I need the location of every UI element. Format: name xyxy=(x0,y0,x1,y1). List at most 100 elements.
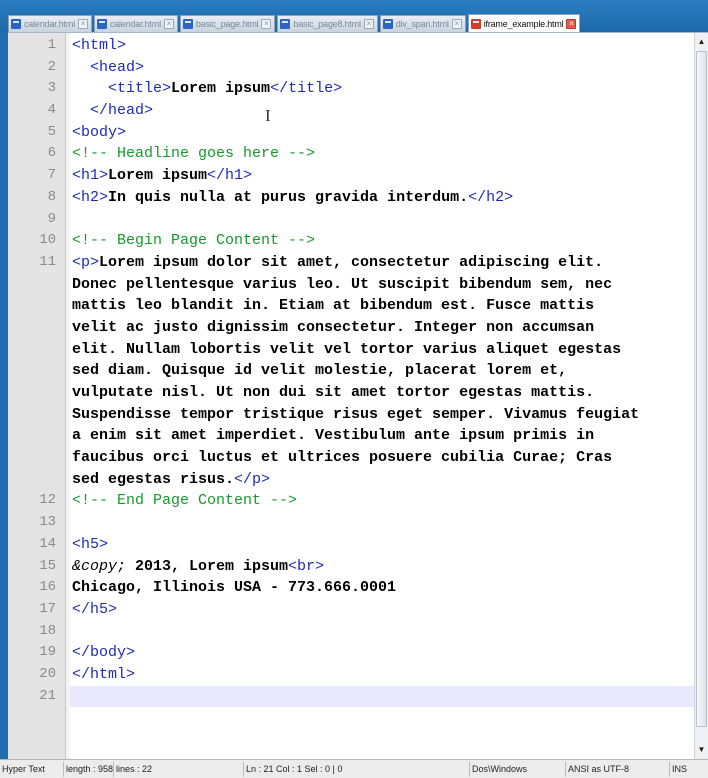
status-eol[interactable]: Dos\Windows xyxy=(470,762,566,777)
code-line[interactable]: 5 <body> xyxy=(48,122,694,144)
close-icon[interactable]: × xyxy=(261,19,272,29)
code-line[interactable]: 6 <!-- Headline goes here --> xyxy=(48,143,694,165)
code-line[interactable]: faucibus orci luctus et ultrices posuere… xyxy=(70,447,694,469)
tab-label: iframe_example.html xyxy=(483,18,564,29)
line-number: 8 xyxy=(47,188,56,205)
code-line[interactable]: 19 </body> xyxy=(39,642,694,664)
token-tag: <title> xyxy=(72,80,172,98)
html-file-icon xyxy=(470,18,481,29)
code-line[interactable]: mattis leo blandit in. Etiam at bibendum… xyxy=(70,295,694,317)
code-line[interactable]: 20 </html> xyxy=(39,664,694,686)
code-line[interactable]: 7 <h1>Lorem ipsum</h1> xyxy=(48,165,694,187)
line-number: 16 xyxy=(39,579,56,596)
code-area[interactable]: 1 <html> 2 <head> 3 <title>Lorem ipsum</tit… xyxy=(39,35,694,759)
code-text: <!-- Headline goes here --> xyxy=(72,143,315,165)
tab-3[interactable]: basic_page8.html × xyxy=(277,15,378,32)
token-tag: </h2> xyxy=(468,188,514,206)
code-line[interactable]: 17 </h5> xyxy=(39,599,694,621)
code-line[interactable]: 12 <!-- End Page Content --> xyxy=(39,490,694,512)
arrow-up-icon[interactable]: ▲ xyxy=(695,35,708,49)
tab-label: div_span.html xyxy=(395,19,449,29)
vertical-scrollbar[interactable]: ▲ ▼ xyxy=(694,33,708,759)
code-line[interactable]: 16 Chicago, Illinois USA - 773.666.0001 xyxy=(39,577,694,599)
line-number: 17 xyxy=(39,600,56,617)
token-txt: mattis leo blandit in. Etiam at bibendum… xyxy=(72,297,595,315)
code-text: </head> xyxy=(72,100,153,122)
code-text: <html> xyxy=(72,35,126,57)
close-icon[interactable]: × xyxy=(566,18,577,29)
tab-strip: calendar.html × calendar.html × basic_page.h… xyxy=(8,14,582,32)
status-mode: INS xyxy=(672,764,688,774)
code-line[interactable]: 13 xyxy=(39,512,694,534)
line-number: 20 xyxy=(39,665,56,682)
code-line[interactable]: velit ac justo dignissim consectetur. In… xyxy=(70,317,694,339)
tab-4[interactable]: div_span.html × xyxy=(379,15,466,32)
line-number: 3 xyxy=(47,80,56,97)
token-tag: <p> xyxy=(72,253,100,271)
code-line[interactable]: elit. Nullam lobortis velit vel tortor v… xyxy=(70,339,694,361)
code-line[interactable]: 1 <html> xyxy=(48,35,694,57)
code-line[interactable]: sed egestas risus.</p> xyxy=(70,469,694,491)
line-number: 6 xyxy=(47,145,56,162)
code-line[interactable]: 15 &copy; 2013, Lorem ipsum<br> xyxy=(39,556,694,578)
close-icon[interactable]: × xyxy=(77,19,88,29)
code-text: Chicago, Illinois USA - 773.666.0001 xyxy=(72,577,396,599)
line-number: 14 xyxy=(39,535,56,552)
token-txt: Lorem ipsum dolor sit amet, consectetur … xyxy=(99,253,604,271)
code-text: elit. Nullam lobortis velit vel tortor v… xyxy=(72,339,621,361)
code-line[interactable]: 11 <p>Lorem ipsum dolor sit amet, consect… xyxy=(39,252,694,274)
tab-2[interactable]: basic_page.html × xyxy=(179,15,276,32)
code-line[interactable]: 2 <head> xyxy=(48,57,694,79)
scroll-thumb[interactable] xyxy=(696,51,707,727)
code-text: mattis leo blandit in. Etiam at bibendum… xyxy=(72,295,594,317)
code-line[interactable]: 9 xyxy=(48,209,694,231)
code-line[interactable]: Donec pellentesque varius leo. Ut suscip… xyxy=(70,274,694,296)
status-bar: Hyper Text length : 958 lines : 22 Ln : … xyxy=(0,759,708,778)
code-text: <!-- End Page Content --> xyxy=(72,490,297,512)
arrow-down-icon[interactable]: ▼ xyxy=(695,743,708,757)
token-tag: </head> xyxy=(72,102,154,120)
code-line[interactable]: sed diam. Quisque id velit molestie, pla… xyxy=(70,360,694,382)
line-number: 18 xyxy=(39,622,56,639)
token-tag: </h5> xyxy=(72,600,118,618)
code-text: <h2>In quis nulla at purus gravida inter… xyxy=(72,187,513,209)
code-line[interactable]: 18 xyxy=(39,621,694,643)
token-txt: vulputate nisl. Ut non dui sit amet tort… xyxy=(72,384,595,401)
code-editor[interactable]: 1 <html> 2 <head> 3 <title>Lorem ipsum</tit… xyxy=(8,32,708,759)
token-txt: Donec pellentesque varius leo. Ut suscip… xyxy=(72,275,613,293)
code-text: <h1>Lorem ipsum</h1> xyxy=(72,165,252,187)
token-txt: elit. Nullam lobortis velit vel tortor v… xyxy=(72,340,622,358)
status-encoding[interactable]: ANSI as UTF-8 xyxy=(566,762,670,777)
line-number: 2 xyxy=(47,58,56,75)
tab-0[interactable]: calendar.html × xyxy=(8,15,92,32)
token-txt: In quis nulla at purus gravida interdum. xyxy=(108,188,469,206)
line-number: 7 xyxy=(47,167,56,184)
close-icon[interactable]: × xyxy=(451,19,462,29)
line-number: 5 xyxy=(47,123,56,140)
code-text: vulputate nisl. Ut non dui sit amet tort… xyxy=(72,382,594,404)
tab-label: calendar.html xyxy=(24,19,75,29)
html-file-icon xyxy=(11,19,21,29)
code-line[interactable]: 8 <h2>In quis nulla at purus gravida inte… xyxy=(48,187,694,209)
code-text: velit ac justo dignissim consectetur. In… xyxy=(72,317,594,339)
line-number: 4 xyxy=(47,102,56,119)
tab-5[interactable]: iframe_example.html × xyxy=(467,14,581,32)
html-file-icon xyxy=(182,19,193,29)
code-text: Suspendisse tempor tristique risus eget … xyxy=(72,404,639,426)
tab-1[interactable]: calendar.html × xyxy=(93,15,178,32)
line-number: 1 xyxy=(47,37,56,53)
code-line[interactable]: a enim sit amet imperdiet. Vestibulum an… xyxy=(70,425,694,447)
token-txt: velit ac justo dignissim consectetur. In… xyxy=(72,318,595,336)
code-line[interactable]: vulputate nisl. Ut non dui sit amet tort… xyxy=(70,382,694,404)
code-text: <!-- Begin Page Content --> xyxy=(72,230,315,252)
code-line[interactable]: 14 <h5> xyxy=(39,534,694,556)
close-icon[interactable]: × xyxy=(363,19,374,29)
code-text: Donec pellentesque varius leo. Ut suscip… xyxy=(72,274,612,296)
code-line[interactable]: 3 <title>Lorem ipsum</title> xyxy=(48,78,694,100)
code-line[interactable]: 21 xyxy=(39,685,694,708)
status-lines: lines : 22 xyxy=(114,762,244,777)
code-line[interactable]: Suspendisse tempor tristique risus eget … xyxy=(70,404,694,426)
code-line[interactable]: 10 <!-- Begin Page Content --> xyxy=(39,230,694,252)
code-line[interactable]: 4 </head> xyxy=(48,100,694,122)
close-icon[interactable]: × xyxy=(163,19,174,29)
